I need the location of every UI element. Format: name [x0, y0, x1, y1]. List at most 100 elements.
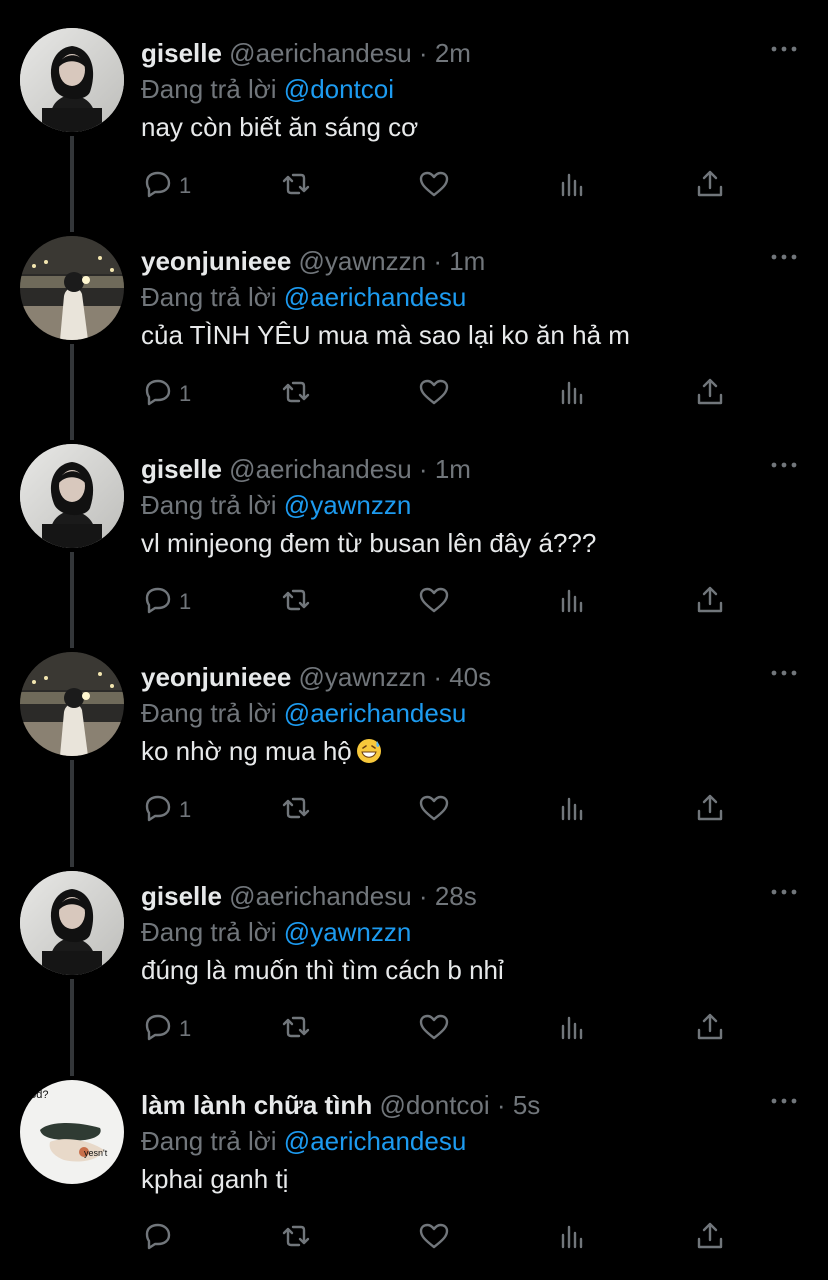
share-icon [693, 1219, 727, 1258]
svg-text:ood?: ood? [24, 1089, 48, 1101]
reply-count: 1 [179, 381, 192, 406]
mention-link[interactable]: @yawnzzn [284, 490, 412, 520]
tweet[interactable]: yeonjunieee @yawnzzn · 40s Đang trả lời … [0, 652, 828, 867]
tweet-actions [141, 1218, 741, 1258]
replying-to: Đang trả lời @yawnzzn [141, 917, 411, 947]
tweet[interactable]: giselle @aerichandesu · 1m Đang trả lời … [0, 444, 828, 648]
mention-link[interactable]: @aerichandesu [284, 698, 467, 728]
timestamp[interactable]: 2m [435, 38, 471, 68]
handle[interactable]: @aerichandesu [229, 38, 412, 68]
timestamp[interactable]: 40s [449, 662, 491, 692]
avatar[interactable]: ood? yesn't [20, 1080, 124, 1184]
views-button[interactable] [555, 1009, 589, 1049]
mention-link[interactable]: @dontcoi [284, 74, 394, 104]
share-button[interactable] [693, 1009, 727, 1049]
more-icon[interactable] [768, 877, 800, 907]
retweet-button[interactable] [279, 374, 313, 414]
reply-icon [141, 167, 175, 206]
tweet[interactable]: giselle @aerichandesu · 28s Đang trả lời… [0, 871, 828, 1076]
display-name[interactable]: giselle [141, 881, 222, 911]
avatar[interactable] [20, 871, 124, 975]
tweet-header: giselle @aerichandesu · 2m [141, 38, 471, 68]
more-icon[interactable] [768, 658, 800, 688]
share-icon [693, 791, 727, 830]
like-icon [417, 167, 451, 206]
timestamp[interactable]: 5s [513, 1090, 540, 1120]
like-button[interactable] [417, 582, 451, 622]
handle[interactable]: @yawnzzn [299, 246, 427, 276]
retweet-button[interactable] [279, 166, 313, 206]
mention-link[interactable]: @yawnzzn [284, 917, 412, 947]
thread-connector-line [70, 136, 74, 232]
tweet-text: ko nhờ ng mua hộ [141, 734, 382, 768]
like-button[interactable] [417, 166, 451, 206]
reply-icon [141, 1219, 175, 1258]
replying-prefix: Đang trả lời [141, 490, 277, 520]
tweet-text: nay còn biết ăn sáng cơ [141, 110, 418, 144]
display-name[interactable]: yeonjunieee [141, 246, 291, 276]
handle[interactable]: @dontcoi [379, 1090, 489, 1120]
reply-thread: giselle @aerichandesu · 2m Đang trả lời … [0, 0, 828, 1275]
avatar[interactable] [20, 652, 124, 756]
tweet[interactable]: giselle @aerichandesu · 2m Đang trả lời … [0, 28, 828, 232]
share-button[interactable] [693, 374, 727, 414]
avatar[interactable] [20, 444, 124, 548]
share-button[interactable] [693, 790, 727, 830]
retweet-icon [279, 1219, 313, 1258]
views-button[interactable] [555, 374, 589, 414]
timestamp[interactable]: 1m [449, 246, 485, 276]
display-name[interactable]: giselle [141, 454, 222, 484]
mention-link[interactable]: @aerichandesu [284, 1126, 467, 1156]
retweet-icon [279, 1010, 313, 1049]
views-button[interactable] [555, 1218, 589, 1258]
separator: · [418, 38, 428, 68]
reply-button[interactable]: 1 [141, 582, 191, 622]
views-button[interactable] [555, 582, 589, 622]
like-button[interactable] [417, 374, 451, 414]
display-name[interactable]: làm lành chữa tình [141, 1090, 372, 1120]
handle[interactable]: @aerichandesu [229, 454, 412, 484]
display-name[interactable]: giselle [141, 38, 222, 68]
like-icon [417, 791, 451, 830]
tweet-actions: 1 [141, 790, 741, 830]
share-button[interactable] [693, 1218, 727, 1258]
tweet-actions: 1 [141, 1009, 741, 1049]
mention-link[interactable]: @aerichandesu [284, 282, 467, 312]
retweet-button[interactable] [279, 790, 313, 830]
timestamp[interactable]: 1m [435, 454, 471, 484]
retweet-button[interactable] [279, 1218, 313, 1258]
tweet[interactable]: yeonjunieee @yawnzzn · 1m Đang trả lời @… [0, 236, 828, 440]
reply-button[interactable]: 1 [141, 1009, 191, 1049]
handle[interactable]: @aerichandesu [229, 881, 412, 911]
reply-button[interactable]: 1 [141, 374, 191, 414]
more-icon[interactable] [768, 1086, 800, 1116]
svg-text:yesn't: yesn't [84, 1148, 108, 1158]
retweet-button[interactable] [279, 1009, 313, 1049]
more-icon[interactable] [768, 34, 800, 64]
more-icon[interactable] [768, 450, 800, 480]
reply-button[interactable]: 1 [141, 790, 191, 830]
reply-icon [141, 791, 175, 830]
tweet-text-content: đúng là muốn thì tìm cách b nhỉ [141, 955, 504, 985]
share-button[interactable] [693, 582, 727, 622]
like-button[interactable] [417, 1218, 451, 1258]
share-button[interactable] [693, 166, 727, 206]
reply-button[interactable] [141, 1218, 179, 1258]
avatar[interactable] [20, 236, 124, 340]
tweet[interactable]: ood? yesn't làm lành chữa tình @dontcoi … [0, 1080, 828, 1280]
timestamp[interactable]: 28s [435, 881, 477, 911]
like-button[interactable] [417, 790, 451, 830]
reply-button[interactable]: 1 [141, 166, 191, 206]
share-icon [693, 583, 727, 622]
like-icon [417, 1010, 451, 1049]
avatar[interactable] [20, 28, 124, 132]
more-icon[interactable] [768, 242, 800, 272]
views-button[interactable] [555, 166, 589, 206]
tweet-text: kphai ganh tị [141, 1162, 288, 1196]
handle[interactable]: @yawnzzn [299, 662, 427, 692]
retweet-button[interactable] [279, 582, 313, 622]
like-button[interactable] [417, 1009, 451, 1049]
display-name[interactable]: yeonjunieee [141, 662, 291, 692]
replying-prefix: Đang trả lời [141, 74, 277, 104]
views-button[interactable] [555, 790, 589, 830]
